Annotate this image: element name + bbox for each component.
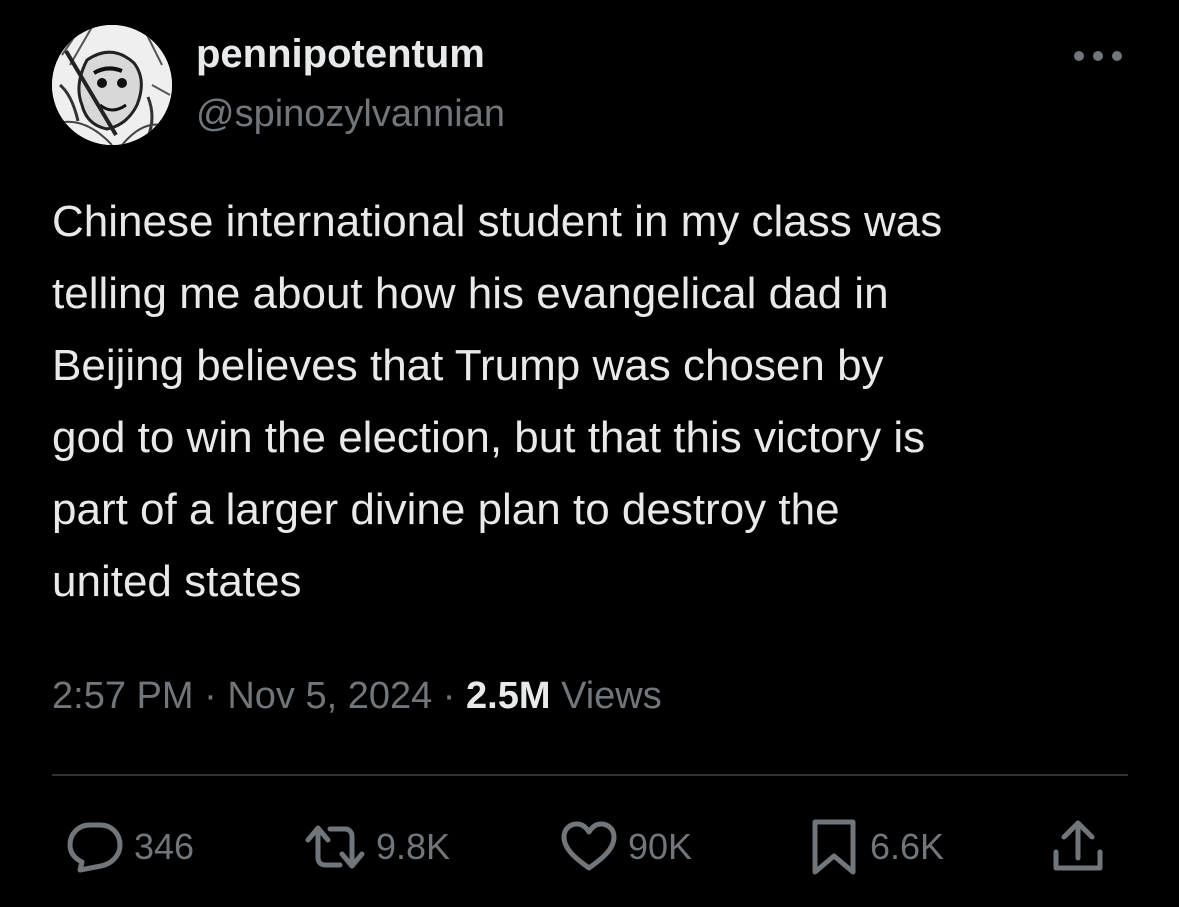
- divider: [52, 774, 1128, 776]
- like-button[interactable]: 90K: [560, 812, 692, 882]
- meta-separator: ·: [442, 675, 456, 717]
- avatar[interactable]: [52, 25, 172, 145]
- retweet-icon: [305, 825, 365, 869]
- reply-button[interactable]: 346: [66, 812, 194, 882]
- views-label[interactable]: Views: [561, 675, 662, 717]
- reply-count: 346: [134, 826, 195, 867]
- tweet-text: Chinese international student in my clas…: [52, 197, 943, 606]
- share-button[interactable]: [1050, 812, 1106, 882]
- heart-icon: [561, 821, 617, 871]
- manga-character-avatar-icon: [52, 25, 172, 145]
- share-icon: [1053, 820, 1103, 871]
- bookmark-icon: [812, 819, 856, 875]
- more-options-button[interactable]: [1066, 38, 1130, 74]
- tweet-date[interactable]: Nov 5, 2024: [227, 675, 432, 717]
- like-count: 90K: [628, 826, 693, 867]
- tweet-time[interactable]: 2:57 PM: [52, 675, 194, 717]
- more-horizontal-icon: [1074, 51, 1122, 61]
- bookmark-button[interactable]: 6.6K: [808, 812, 944, 882]
- author-display-name[interactable]: pennipotentum: [196, 30, 485, 78]
- author-handle[interactable]: @spinozylvannian: [196, 90, 505, 138]
- reply-icon: [67, 822, 123, 873]
- tweet-meta: 2:57 PM · Nov 5, 2024 · 2.5M Views: [52, 670, 662, 722]
- retweet-count: 9.8K: [376, 826, 451, 867]
- action-bar: 346 9.8K 90K 6.6K: [0, 812, 1179, 882]
- retweet-button[interactable]: 9.8K: [304, 812, 450, 882]
- views-count[interactable]: 2.5M: [466, 675, 550, 717]
- bookmark-count: 6.6K: [870, 826, 945, 867]
- meta-separator: ·: [204, 675, 217, 717]
